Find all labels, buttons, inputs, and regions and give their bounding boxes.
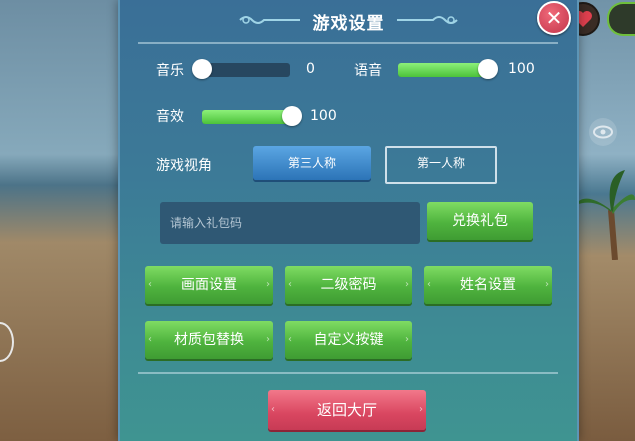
title-bar: 游戏设置 <box>120 0 577 42</box>
chevron-left-icon: ‹ <box>271 404 275 415</box>
close-icon: ✕ <box>545 6 563 30</box>
chevron-right-icon: › <box>545 279 549 290</box>
second-password-button[interactable]: ‹ 二级密码 › <box>285 266 412 304</box>
eye-button[interactable] <box>589 118 617 146</box>
chevron-right-icon: › <box>405 334 409 345</box>
chevron-right-icon: › <box>405 279 409 290</box>
voice-slider-fill <box>398 63 488 77</box>
sfx-label: 音效 <box>156 109 184 125</box>
redeem-gift-button[interactable]: 兑换礼包 <box>427 202 533 240</box>
graphics-settings-label: 画面设置 <box>181 277 237 293</box>
sfx-value: 100 <box>310 108 337 124</box>
return-lobby-label: 返回大厅 <box>316 401 377 419</box>
voice-slider-knob[interactable] <box>478 59 498 79</box>
graphics-settings-button[interactable]: ‹ 画面设置 › <box>145 266 273 304</box>
chevron-left-icon: ‹ <box>288 334 292 345</box>
close-button[interactable]: ✕ <box>537 1 571 35</box>
name-settings-label: 姓名设置 <box>460 277 516 293</box>
chevron-left-icon: ‹ <box>288 279 292 290</box>
view-third-person-button[interactable]: 第三人称 <box>253 146 371 180</box>
music-slider-knob[interactable] <box>192 59 212 79</box>
second-password-label: 二级密码 <box>320 277 377 293</box>
palm-tree-icon <box>575 170 635 260</box>
title-divider <box>138 42 558 44</box>
view-label: 游戏视角 <box>156 158 212 174</box>
chevron-left-icon: ‹ <box>427 279 431 290</box>
chevron-right-icon: › <box>419 404 423 415</box>
chevron-left-icon: ‹ <box>148 334 152 345</box>
title-ornament-right-icon <box>397 16 458 24</box>
custom-keys-label: 自定义按键 <box>313 332 384 348</box>
side-menu-button[interactable] <box>607 2 635 36</box>
chevron-right-icon: › <box>266 334 270 345</box>
chevron-left-icon: ‹ <box>148 279 152 290</box>
texture-pack-label: 材质包替换 <box>174 332 244 348</box>
voice-slider[interactable] <box>398 59 498 79</box>
gift-code-input[interactable] <box>160 202 420 244</box>
page-title: 游戏设置 <box>312 14 385 34</box>
music-slider[interactable] <box>192 59 290 79</box>
sfx-slider-fill <box>202 110 292 124</box>
texture-pack-button[interactable]: ‹ 材质包替换 › <box>145 321 273 359</box>
name-settings-button[interactable]: ‹ 姓名设置 › <box>424 266 552 304</box>
music-value: 0 <box>306 61 315 77</box>
return-lobby-button[interactable]: ‹ 返回大厅 › <box>268 390 426 430</box>
voice-label: 语音 <box>354 63 382 79</box>
chevron-right-icon: › <box>266 279 270 290</box>
voice-value: 100 <box>508 61 535 77</box>
view-first-person-button[interactable]: 第一人称 <box>385 146 497 184</box>
redeem-gift-label: 兑换礼包 <box>452 213 508 229</box>
eye-icon <box>593 125 613 139</box>
settings-panel: 游戏设置 音乐 0 语音 100 音效 100 游戏视角 第三人称 第一人称 兑… <box>118 0 579 441</box>
sfx-slider[interactable] <box>202 106 302 126</box>
game-scene-left <box>0 0 125 441</box>
music-label: 音乐 <box>156 63 184 79</box>
bottom-divider <box>138 372 558 374</box>
sfx-slider-knob[interactable] <box>282 106 302 126</box>
custom-keys-button[interactable]: ‹ 自定义按键 › <box>285 321 412 359</box>
